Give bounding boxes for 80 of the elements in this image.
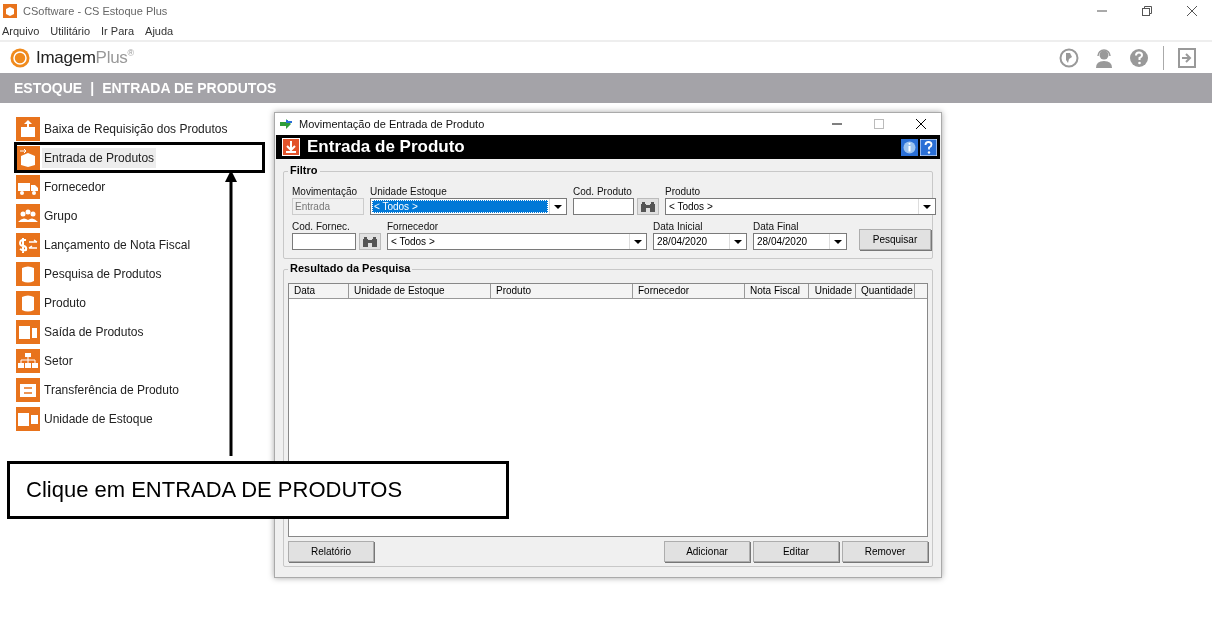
sidebar-item[interactable]: Saída de Produtos xyxy=(42,322,146,342)
dropdown-value: 28/04/2020 xyxy=(756,235,809,248)
sidebar-item[interactable]: Fornecedor xyxy=(42,177,108,197)
dropdown-value: < Todos > xyxy=(372,200,548,213)
field-label: Produto xyxy=(665,186,702,197)
sidebar-item[interactable]: Baixa de Requisição dos Produtos xyxy=(42,119,230,139)
upload-icon xyxy=(16,117,40,141)
group-label: Resultado da Pesquisa xyxy=(288,262,413,274)
input-field[interactable] xyxy=(292,233,356,250)
field-label: Movimentação xyxy=(292,186,359,197)
search-button[interactable]: Pesquisar xyxy=(859,229,931,250)
breadcrumb-separator: | xyxy=(90,80,95,96)
containers-icon xyxy=(16,407,40,431)
remove-button[interactable]: Remover xyxy=(842,541,928,562)
breadcrumb-page: ENTRADA DE PRODUTOS xyxy=(102,80,277,96)
field-label: Cod. Fornec. xyxy=(292,221,351,232)
sidebar-item[interactable]: Unidade de Estoque xyxy=(42,409,155,429)
truck-icon xyxy=(16,175,40,199)
exit-icon[interactable] xyxy=(1178,47,1196,68)
sidebar-item[interactable]: Setor xyxy=(42,351,75,371)
report-button[interactable]: Relatório xyxy=(288,541,374,562)
download-icon xyxy=(282,138,300,156)
brand-logo-text: ImagemPlus$^{®}$ xyxy=(36,47,134,68)
dropdown[interactable]: < Todos > xyxy=(665,198,936,215)
cylinder-icon xyxy=(16,262,40,286)
logo-icon xyxy=(10,47,30,68)
dropdown[interactable]: 28/04/2020 xyxy=(653,233,747,250)
sidebar-item[interactable]: Pesquisa de Produtos xyxy=(42,264,164,284)
cylinder-icon xyxy=(16,291,40,315)
edit-button[interactable]: Editar xyxy=(753,541,839,562)
field-label: Data Inicial xyxy=(653,221,704,232)
close-icon[interactable] xyxy=(915,118,927,130)
column-header[interactable]: Fornecedor xyxy=(633,284,745,298)
app-icon xyxy=(3,4,17,18)
menu-item[interactable]: Utilitário xyxy=(50,25,91,37)
dropdown-value: < Todos > xyxy=(390,235,436,248)
close-icon[interactable] xyxy=(1186,5,1198,17)
input-field: Entrada xyxy=(292,198,364,215)
dropdown[interactable]: 28/04/2020 xyxy=(753,233,847,250)
support-headset-icon[interactable] xyxy=(1093,47,1115,68)
dropdown-value: < Todos > xyxy=(668,200,714,213)
info-icon[interactable] xyxy=(901,138,918,156)
menu-item[interactable]: Arquivo xyxy=(2,25,40,37)
sidebar-item[interactable]: Entrada de Produtos xyxy=(42,148,157,168)
column-header[interactable]: Unidade xyxy=(809,284,856,298)
field-label: Data Final xyxy=(753,221,800,232)
help-icon[interactable] xyxy=(920,138,937,156)
lookup-button[interactable] xyxy=(359,233,381,250)
restore-icon[interactable] xyxy=(1141,5,1153,17)
dropdown-value: 28/04/2020 xyxy=(656,235,709,248)
arrows-icon xyxy=(279,117,293,131)
box-icon xyxy=(16,146,40,170)
sidebar-item[interactable]: Lançamento de Nota Fiscal xyxy=(42,235,193,255)
people-icon xyxy=(16,204,40,228)
lookup-button[interactable] xyxy=(637,198,659,215)
field-label: Cod. Produto xyxy=(573,186,633,197)
dropdown[interactable]: < Todos > xyxy=(387,233,647,250)
column-header[interactable]: Produto xyxy=(491,284,633,298)
menu-item[interactable]: Ajuda xyxy=(145,25,174,37)
sidebar-item[interactable]: Transferência de Produto xyxy=(42,380,181,400)
window-title: CSoftware - CS Estoque Plus xyxy=(23,5,168,17)
dialog-heading: Entrada de Produto xyxy=(307,137,465,157)
field-label: Fornecedor xyxy=(387,221,440,232)
dialog-title: Movimentação de Entrada de Produto xyxy=(299,118,485,130)
sidebar-item[interactable]: Grupo xyxy=(42,206,80,226)
menu-item[interactable]: Ir Para xyxy=(101,25,135,37)
column-header[interactable]: Quantidade xyxy=(856,284,915,298)
column-header[interactable]: Unidade de Estoque xyxy=(349,284,491,298)
group-label: Filtro xyxy=(288,164,320,176)
sidebar-item[interactable]: Produto xyxy=(42,293,89,313)
column-header[interactable]: Data xyxy=(289,284,349,298)
hierarchy-icon xyxy=(16,349,40,373)
column-header[interactable]: Nota Fiscal xyxy=(745,284,809,298)
input-field[interactable] xyxy=(573,198,634,215)
dropdown[interactable]: < Todos > xyxy=(370,198,567,215)
folder-icon xyxy=(16,378,40,402)
instruction-callout: Clique em ENTRADA DE PRODUTOS xyxy=(7,461,509,519)
field-label: Unidade Estoque xyxy=(370,186,448,197)
add-button[interactable]: Adicionar xyxy=(664,541,750,562)
dollar-icon xyxy=(16,233,40,257)
